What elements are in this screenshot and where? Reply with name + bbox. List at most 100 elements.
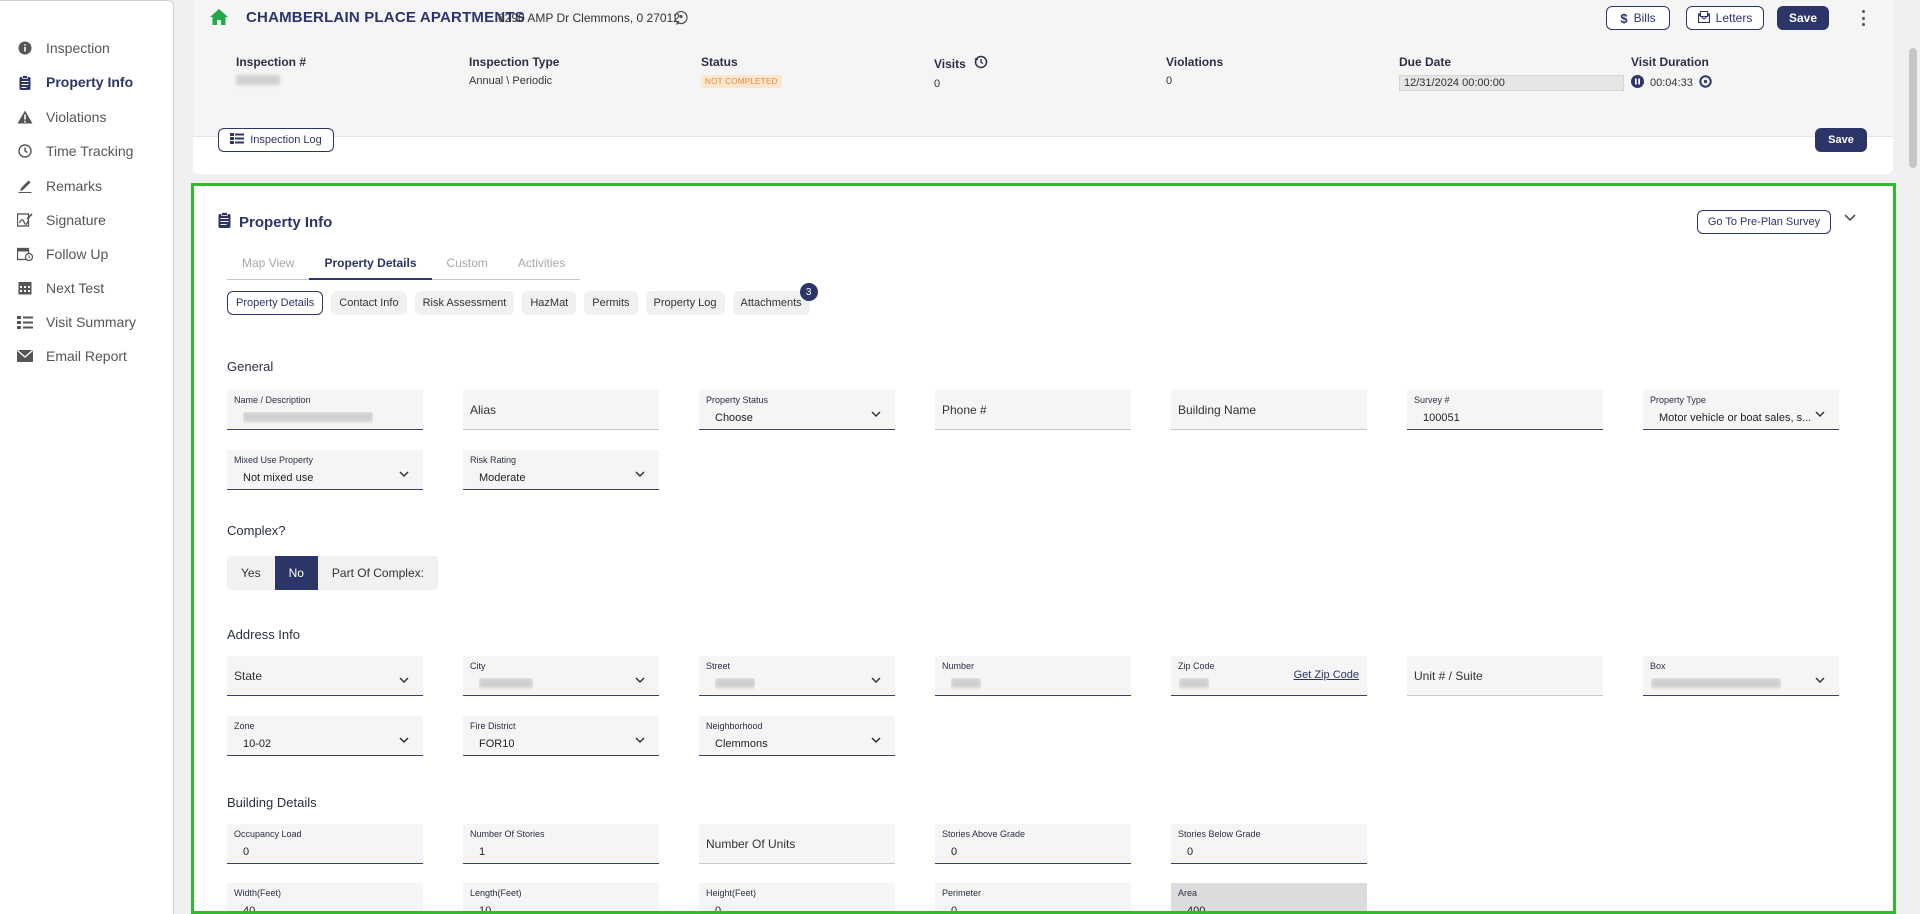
street-number-field[interactable]: Number [935, 656, 1131, 696]
tab-map-view[interactable]: Map View [227, 256, 309, 279]
calendar-clock-icon [14, 247, 36, 261]
chevron-down-icon [635, 671, 645, 689]
sidebar-item-label: Visit Summary [46, 314, 136, 330]
scrollbar-thumb[interactable] [1909, 48, 1917, 168]
get-zip-code-link[interactable]: Get Zip Code [1294, 669, 1359, 681]
risk-rating-select[interactable]: Risk Rating Moderate [463, 450, 659, 490]
occupancy-load-field[interactable]: Occupancy Load 0 [227, 824, 423, 864]
perimeter-field[interactable]: Perimeter 0 [935, 883, 1131, 914]
tab-custom[interactable]: Custom [432, 256, 503, 279]
chat-location-icon[interactable] [673, 10, 689, 31]
building-name-field[interactable]: Building Name [1171, 390, 1367, 430]
complex-yes-option[interactable]: Yes [227, 556, 275, 590]
stories-below-grade-field[interactable]: Stories Below Grade 0 [1171, 824, 1367, 864]
complex-no-option[interactable]: No [274, 556, 318, 590]
signature-icon [14, 213, 36, 227]
width-feet-field[interactable]: Width(Feet) 40 [227, 883, 423, 914]
state-select[interactable]: State [227, 656, 423, 696]
sidebar-item-label: Property Info [46, 74, 134, 90]
redacted-value [1179, 678, 1209, 688]
go-to-preplan-button[interactable]: Go To Pre-Plan Survey [1697, 210, 1831, 234]
alias-field[interactable]: Alias [463, 390, 659, 430]
letters-button[interactable]: Letters [1686, 6, 1764, 30]
part-of-complex-option[interactable]: Part Of Complex: [318, 556, 438, 590]
clock-icon [14, 144, 36, 158]
info-icon [14, 41, 36, 55]
chip-hazmat[interactable]: HazMat [522, 291, 577, 315]
neighborhood-select[interactable]: Neighborhood Clemmons [699, 716, 895, 756]
reset-timer-icon[interactable] [1699, 75, 1712, 91]
inspection-status: Status NOT COMPLETED [701, 55, 782, 88]
number-of-units-field[interactable]: Number Of Units [699, 824, 895, 864]
section-complex-title: Complex? [227, 523, 286, 538]
sidebar-item-property-info[interactable]: Property Info [14, 70, 133, 94]
chevron-down-icon [871, 671, 881, 689]
chevron-down-icon[interactable] [1843, 210, 1857, 228]
chevron-down-icon [635, 731, 645, 749]
property-info-heading: Property Info [218, 212, 332, 232]
save-button[interactable]: Save [1777, 6, 1829, 30]
chevron-down-icon [399, 671, 409, 689]
section-general-title: General [227, 359, 274, 374]
stories-above-grade-field[interactable]: Stories Above Grade 0 [935, 824, 1131, 864]
clipboard-icon [218, 212, 231, 232]
chip-property-details[interactable]: Property Details [227, 291, 324, 315]
due-date-field[interactable]: 12/31/2024 00:00:00 [1399, 75, 1624, 91]
height-feet-field[interactable]: Height(Feet) 0 [699, 883, 895, 914]
survey-number-field[interactable]: Survey # 100051 [1407, 390, 1603, 430]
list-icon [14, 315, 36, 329]
letters-icon [1697, 10, 1710, 26]
inspection-log-button[interactable]: Inspection Log [218, 128, 334, 152]
property-tabs: Map View Property Details Custom Activit… [227, 256, 581, 280]
sidebar-item-time-tracking[interactable]: Time Tracking [14, 139, 133, 163]
number-of-stories-field[interactable]: Number Of Stories 1 [463, 824, 659, 864]
length-feet-field[interactable]: Length(Feet) 10 [463, 883, 659, 914]
chip-contact-info[interactable]: Contact Info [331, 291, 407, 315]
sidebar-item-next-test[interactable]: Next Test [14, 276, 104, 300]
sidebar-item-follow-up[interactable]: Follow Up [14, 242, 108, 266]
phone-field[interactable]: Phone # [935, 390, 1131, 430]
box-select[interactable]: Box [1643, 656, 1839, 696]
chevron-down-icon [871, 405, 881, 423]
chip-property-log[interactable]: Property Log [645, 291, 725, 315]
unit-suite-field[interactable]: Unit # / Suite [1407, 656, 1603, 696]
chevron-down-icon [635, 465, 645, 483]
envelope-icon [14, 350, 36, 362]
zip-code-field[interactable]: Zip Code Get Zip Code [1171, 656, 1367, 696]
sidebar-item-label: Remarks [46, 178, 103, 194]
chip-risk-assessment[interactable]: Risk Assessment [414, 291, 515, 315]
sidebar-item-email-report[interactable]: Email Report [14, 344, 127, 368]
sidebar-item-inspection[interactable]: Inspection [14, 36, 110, 60]
bills-button[interactable]: $ Bills [1606, 6, 1670, 30]
inspection-visits: Visits 0 [934, 55, 988, 90]
home-icon[interactable] [209, 8, 229, 31]
tab-property-details[interactable]: Property Details [309, 256, 432, 280]
pencil-icon [14, 179, 36, 193]
tab-activities[interactable]: Activities [503, 256, 580, 279]
mixed-use-select[interactable]: Mixed Use Property Not mixed use [227, 450, 423, 490]
sidebar-item-label: Time Tracking [46, 143, 134, 159]
city-select[interactable]: City [463, 656, 659, 696]
page-scrollbar[interactable] [1906, 0, 1920, 914]
sidebar-item-violations[interactable]: Violations [14, 105, 106, 129]
street-select[interactable]: Street [699, 656, 895, 696]
chevron-down-icon [1815, 405, 1825, 423]
name-description-field[interactable]: Name / Description [227, 390, 423, 430]
fire-district-select[interactable]: Fire District FOR10 [463, 716, 659, 756]
sidebar-item-visit-summary[interactable]: Visit Summary [14, 310, 136, 334]
inspection-violations: Violations 0 [1166, 55, 1224, 87]
redacted-value [479, 678, 533, 688]
chip-attachments[interactable]: Attachments 3 [732, 283, 818, 315]
inspection-header-card: CHAMBERLAIN PLACE APARTMENTS 6290 AMP Dr… [193, 0, 1893, 174]
sidebar-item-remarks[interactable]: Remarks [14, 174, 102, 198]
zone-select[interactable]: Zone 10-02 [227, 716, 423, 756]
save-button-secondary[interactable]: Save [1815, 128, 1867, 152]
history-icon[interactable] [974, 55, 988, 72]
sidebar-item-signature[interactable]: Signature [14, 208, 106, 232]
clipboard-icon [14, 74, 36, 90]
more-options-icon[interactable] [1857, 8, 1869, 28]
property-type-select[interactable]: Property Type Motor vehicle or boat sale… [1643, 390, 1839, 430]
pause-icon[interactable] [1631, 75, 1644, 91]
property-status-select[interactable]: Property Status Choose [699, 390, 895, 430]
chip-permits[interactable]: Permits [584, 291, 638, 315]
